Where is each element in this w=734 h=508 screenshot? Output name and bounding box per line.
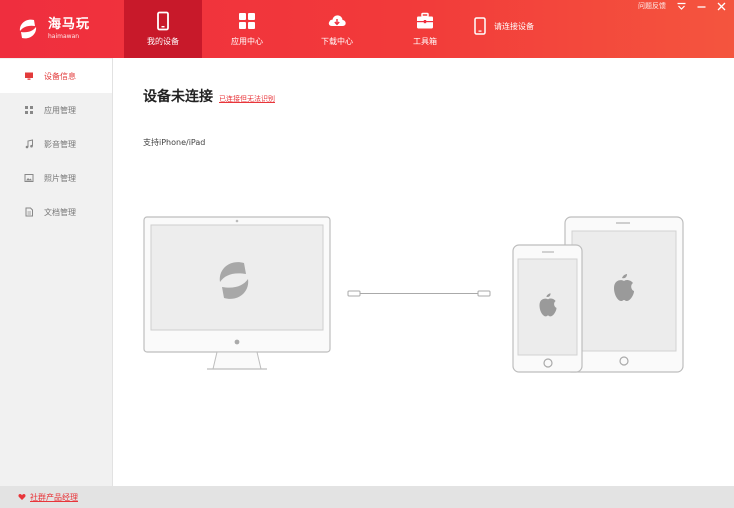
tab-label: 下载中心 [321,37,353,46]
sidebar-item-label: 照片管理 [44,173,76,183]
iphone-illustration [512,244,583,373]
tab-app-center[interactable]: 应用中心 [208,0,286,58]
feedback-link[interactable]: 问题反馈 [638,1,666,11]
connect-device-label: 请连接设备 [494,21,534,31]
close-icon [717,2,725,10]
app-grid-icon [25,106,33,114]
app-name: 海马玩 [48,17,91,32]
document-icon [25,207,33,217]
sidebar-item-label: 影音管理 [44,139,76,149]
sidebar-item-app-management[interactable]: 应用管理 [0,93,112,127]
main-content: 设备未连接 已连接但无法识别 支持iPhone/iPad [114,58,734,486]
footer-bar: 社群产品经理 [0,486,734,508]
phone-outline-icon [474,17,486,35]
connection-illustration [143,216,684,373]
sidebar-item-photo-management[interactable]: 照片管理 [0,161,112,195]
minimize-button[interactable] [696,1,706,11]
tab-label: 应用中心 [231,37,263,46]
top-bar: 海马玩 haimawan 我的设备 应用中心 下载中心 工具箱 请连接设备 问题… [0,0,734,58]
sidebar-item-media-management[interactable]: 影音管理 [0,127,112,161]
logo-icon [19,19,37,39]
tab-toolbox[interactable]: 工具箱 [386,0,464,58]
window-controls: 问题反馈 [638,0,726,12]
menu-dropdown-icon [677,2,685,10]
sidebar-item-device-info[interactable]: 设备信息 [0,59,112,93]
connect-device-button[interactable]: 请连接设备 [472,14,534,38]
footer-link[interactable]: 社群产品经理 [30,492,78,503]
tab-download-center[interactable]: 下载中心 [298,0,376,58]
close-button[interactable] [716,1,726,11]
sidebar-item-label: 文档管理 [44,207,76,217]
ipad-illustration [564,216,684,373]
minimize-icon [697,6,705,8]
computer-monitor-illustration [143,216,331,370]
app-subtitle: haimawan [48,33,80,40]
music-note-icon [25,139,33,149]
grid-icon [239,13,255,29]
heart-icon [18,494,26,500]
tab-my-devices[interactable]: 我的设备 [124,0,202,58]
cloud-download-icon [328,15,346,26]
phone-icon [157,11,169,31]
device-info-icon [25,72,33,80]
usb-cable-illustration [347,290,491,297]
photo-icon [24,174,34,182]
sidebar: 设备信息 应用管理 影音管理 照片管理 文档管理 [0,58,113,486]
sidebar-item-label: 应用管理 [44,105,76,115]
app-logo: 海马玩 haimawan [0,0,120,58]
menu-button[interactable] [676,1,686,11]
tab-label: 我的设备 [147,37,179,46]
sidebar-item-label: 设备信息 [44,71,76,81]
toolbox-icon [417,12,433,29]
tab-label: 工具箱 [413,37,437,46]
sidebar-item-document-management[interactable]: 文档管理 [0,195,112,229]
